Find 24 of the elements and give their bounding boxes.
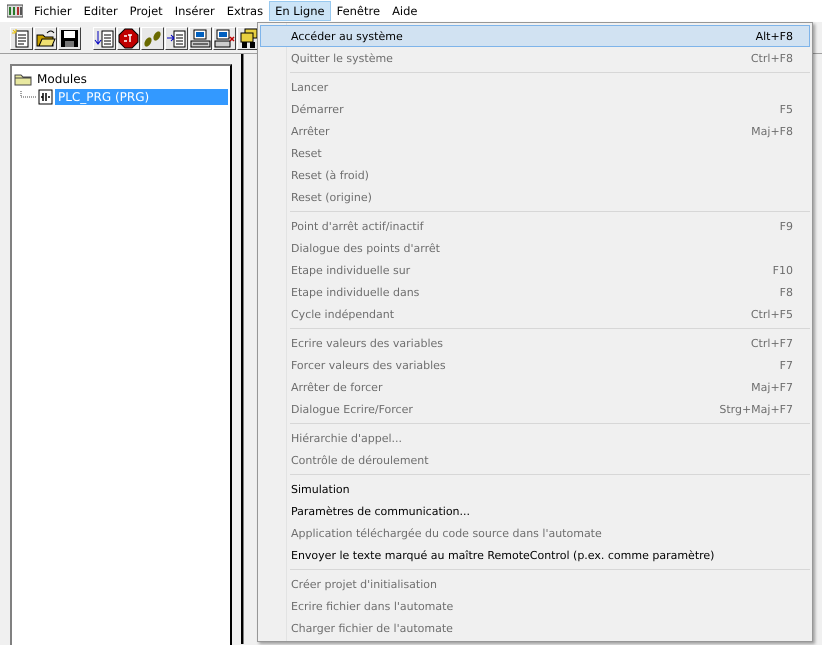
menu-item[interactable]: Editer [78,1,124,21]
menu-item[interactable]: Projet [124,1,169,21]
menu-item[interactable]: En Ligne [269,1,331,21]
tree-item[interactable]: Modules [34,71,90,87]
menu-item[interactable]: Aide [386,1,424,21]
menu-item[interactable]: Envoyer le texte marqué au maître RemoteControl (p.ex. comme paramètre) [260,544,810,566]
menu-item[interactable]: Accéder au système Alt+F8 [260,25,810,47]
computer-icon [190,28,211,48]
toolbar-button[interactable] [117,26,140,50]
step-into-list-icon [166,28,187,48]
stop-sign-icon [118,28,139,48]
download-list-icon [94,28,115,48]
menu-item[interactable]: Simulation [260,478,810,500]
contact-icon [38,89,53,105]
tree-item[interactable]: PLC_PRG (PRG) [55,89,228,105]
menu-item[interactable]: Fenêtre [330,1,386,21]
menu-item[interactable]: Fichier [28,1,78,21]
menu-item[interactable]: Paramètres de communication... [260,500,810,522]
network-icon [238,28,259,48]
app-icon [7,4,23,18]
menu-item[interactable]: Extras [220,1,270,21]
menu-item[interactable]: Insérer [168,1,221,21]
computer-cross-icon [214,28,235,48]
open-folder-icon [35,28,56,48]
